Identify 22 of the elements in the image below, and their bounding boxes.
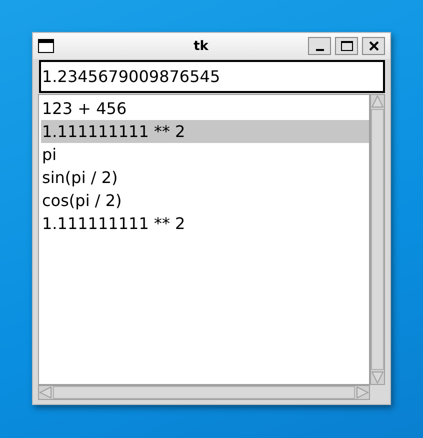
horizontal-scrollbar[interactable] xyxy=(38,385,370,400)
up-arrow-icon[interactable] xyxy=(371,95,384,108)
list-item[interactable]: cos(pi / 2) xyxy=(41,189,369,212)
left-arrow-icon[interactable] xyxy=(39,386,52,399)
right-arrow-icon[interactable] xyxy=(356,386,369,399)
close-icon xyxy=(368,41,378,51)
window-title: tk xyxy=(192,38,210,54)
list-item[interactable]: sin(pi / 2) xyxy=(41,166,369,189)
minimize-icon xyxy=(316,49,324,51)
input-field[interactable]: 1.2345679009876545 xyxy=(39,60,385,93)
minimize-button[interactable] xyxy=(308,37,331,55)
listbox[interactable]: 123 + 456 1.111111111 ** 2 pi sin(pi / 2) cos(pi / 2) 1.111111111 ** 2 xyxy=(38,94,370,385)
window-icon xyxy=(38,39,54,53)
close-button[interactable] xyxy=(362,37,385,55)
maximize-icon xyxy=(340,41,352,51)
vertical-scrollbar[interactable] xyxy=(370,94,385,385)
down-arrow-icon[interactable] xyxy=(371,371,384,384)
list-item[interactable]: pi xyxy=(41,143,369,166)
list-item[interactable]: 1.111111111 ** 2 xyxy=(41,120,369,143)
list-item[interactable]: 1.111111111 ** 2 xyxy=(41,212,369,235)
maximize-button[interactable] xyxy=(335,37,358,55)
list-item[interactable]: 123 + 456 xyxy=(41,97,369,120)
